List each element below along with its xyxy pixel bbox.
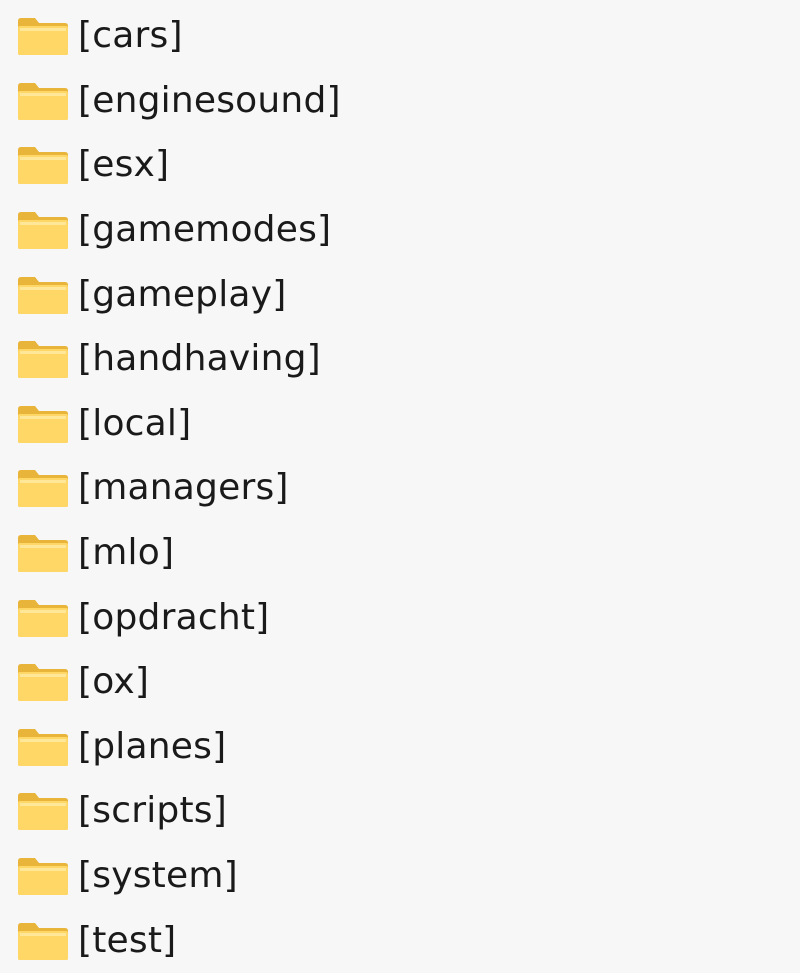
- folder-item-handhaving[interactable]: [handhaving]: [0, 327, 800, 392]
- folder-icon: [18, 858, 68, 896]
- folder-label: [managers]: [78, 467, 289, 509]
- folder-label: [system]: [78, 855, 238, 897]
- folder-item-local[interactable]: [local]: [0, 392, 800, 457]
- folder-item-scripts[interactable]: [scripts]: [0, 779, 800, 844]
- folder-item-system[interactable]: [system]: [0, 844, 800, 909]
- folder-label: [gameplay]: [78, 273, 287, 315]
- folder-icon: [18, 599, 68, 637]
- folder-icon: [18, 276, 68, 314]
- folder-label: [planes]: [78, 725, 227, 767]
- folder-list: [cars] [enginesound] [esx] [gamemodes] […: [0, 0, 800, 970]
- folder-icon: [18, 18, 68, 56]
- folder-label: [test]: [78, 919, 177, 961]
- folder-item-managers[interactable]: [managers]: [0, 456, 800, 521]
- folder-icon: [18, 470, 68, 508]
- folder-label: [esx]: [78, 144, 170, 186]
- folder-item-mlo[interactable]: [mlo]: [0, 521, 800, 586]
- folder-icon: [18, 922, 68, 960]
- folder-label: [scripts]: [78, 790, 227, 832]
- folder-icon: [18, 147, 68, 185]
- folder-item-esx[interactable]: [esx]: [0, 133, 800, 198]
- folder-icon: [18, 535, 68, 573]
- folder-label: [enginesound]: [78, 79, 341, 121]
- folder-label: [opdracht]: [78, 596, 270, 638]
- folder-icon: [18, 405, 68, 443]
- folder-label: [mlo]: [78, 532, 175, 574]
- folder-item-opdracht[interactable]: [opdracht]: [0, 585, 800, 650]
- folder-item-gameplay[interactable]: [gameplay]: [0, 262, 800, 327]
- folder-label: [cars]: [78, 15, 183, 57]
- folder-icon: [18, 664, 68, 702]
- folder-label: [ox]: [78, 661, 150, 703]
- folder-item-enginesound[interactable]: [enginesound]: [0, 69, 800, 134]
- folder-item-cars[interactable]: [cars]: [0, 4, 800, 69]
- folder-label: [handhaving]: [78, 338, 321, 380]
- folder-icon: [18, 82, 68, 120]
- folder-icon: [18, 793, 68, 831]
- folder-label: [gamemodes]: [78, 209, 332, 251]
- folder-label: [local]: [78, 402, 192, 444]
- folder-item-ox[interactable]: [ox]: [0, 650, 800, 715]
- folder-item-planes[interactable]: [planes]: [0, 715, 800, 780]
- folder-item-gamemodes[interactable]: [gamemodes]: [0, 198, 800, 263]
- folder-icon: [18, 212, 68, 250]
- folder-icon: [18, 341, 68, 379]
- folder-item-test[interactable]: [test]: [0, 908, 800, 973]
- folder-icon: [18, 728, 68, 766]
